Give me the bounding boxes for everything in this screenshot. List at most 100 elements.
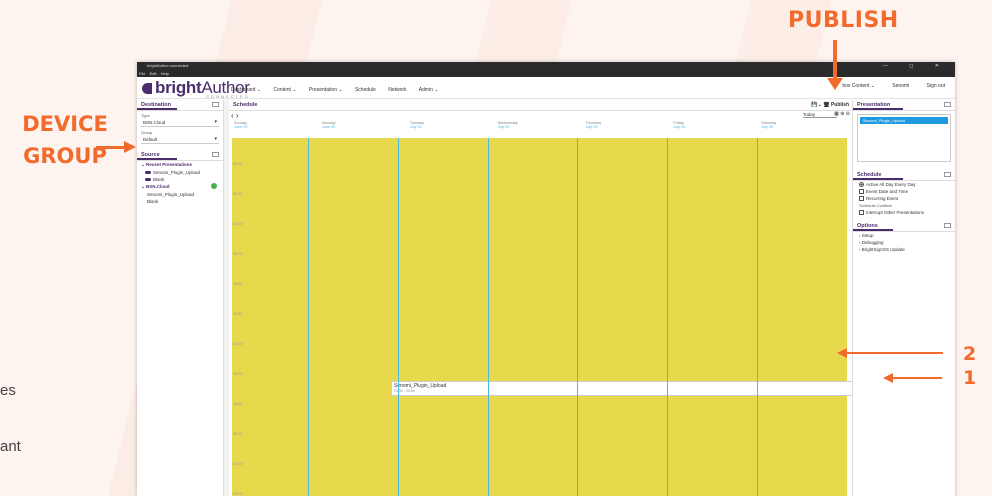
opt-event-date[interactable]: Event Date and Time [853,188,955,195]
opt-all-day[interactable]: Active All Day Every Day [853,181,955,188]
checkbox-icon [859,189,864,194]
day-divider [488,138,489,496]
day-header-row: Sunday June 29 Monday June 30 Tuesday July 01… [232,121,847,133]
source-title: Source [137,150,177,160]
day-divider [757,138,758,496]
minimize-icon[interactable] [212,102,219,107]
check-icon [211,183,217,189]
nav-admin[interactable]: Admin ⌄ [419,87,439,93]
bsn-cloud-header[interactable]: ⌄ BSN.Cloud [137,183,223,191]
day-header[interactable]: Monday June 30 [320,121,408,133]
type-label: Type [141,113,150,118]
hour-label: 24:00 [233,492,243,496]
menu-edit[interactable]: Edit [150,71,157,76]
presentation-list: Senomi_Plugin_Upload [857,114,951,162]
today-select[interactable]: Today [803,112,837,118]
option-setup[interactable]: › Setup [853,232,955,239]
nav-network[interactable]: Network [388,87,406,93]
day-header[interactable]: Saturday July 05 [759,121,847,133]
arrow-1 [892,377,942,379]
right-panel: Presentation Senomi_Plugin_Upload Schedu… [852,100,955,496]
hour-label: 02:00 [233,162,243,166]
left-panel: Destination Type BSN.Cloud Group Default… [137,100,224,496]
recent-item[interactable]: Senomi_Plugin_Upload [137,169,223,176]
recent-item[interactable]: Blank [137,176,223,183]
window-controls[interactable]: — ◻ ✕ [883,62,949,70]
callout-number-2: 2 [963,343,977,365]
left-edge-text: es [0,382,16,399]
day-header[interactable]: Wednesday July 02 [496,121,584,133]
device-group-callout: DEVICE GROUP [22,112,108,168]
publish-arrow [833,40,837,80]
user-name[interactable]: Senomi [892,83,909,89]
minimize-icon[interactable] [944,172,951,177]
checkbox-icon [859,196,864,201]
left-edge-text: ant [0,438,21,455]
schedule-panel-title: Schedule [853,170,903,180]
nav-schedule[interactable]: Schedule [355,87,376,93]
day-divider [308,138,309,496]
minimize-icon[interactable] [212,152,219,157]
presentation-item[interactable]: Senomi_Plugin_Upload [860,117,948,124]
day-header[interactable]: Thursday July 03 [583,121,671,133]
day-date: July 05 [761,125,774,129]
cloud-item[interactable]: Senomi_Plugin_Upload [137,191,223,198]
radio-icon [859,182,864,187]
presentation-title: Presentation [853,100,903,110]
arrow-2-head [837,348,847,358]
recent-presentations-header[interactable]: ⌄ Recent Presentations [137,161,223,169]
schedule-title: Schedule [233,102,258,108]
schedule-grid[interactable]: Senomi_Plugin_Upload 00:00 - 23:59 [232,138,936,496]
hour-label: 20:00 [233,432,243,436]
minimize-icon[interactable] [944,223,951,228]
option-debugging[interactable]: › Debugging [853,239,955,246]
logo-icon [142,83,152,94]
group-select[interactable]: Default [141,136,219,144]
option-os-update[interactable]: › BrightSignOS Update [853,246,955,253]
day-date: June 30 [321,125,336,129]
hour-label: 12:00 [233,312,243,316]
options-title: Options [853,221,893,231]
cloud-item[interactable]: Blank [137,198,223,205]
day-date: June 29 [234,125,248,129]
hour-label: 08:00 [233,252,243,256]
hour-label: 04:00 [233,192,243,196]
hour-label: 14:00 [233,342,243,346]
hour-label: 16:00 [233,372,243,376]
nav-content[interactable]: Content ⌄ [273,87,296,93]
menu-help[interactable]: Help [161,71,169,76]
hour-label: 10:00 [233,282,243,286]
sign-out-link[interactable]: Sign out [927,83,945,89]
account-select[interactable]: bos Content ⌄ [842,83,875,89]
account-area: bos Content ⌄ Senomi Sign out [826,83,945,89]
day-date: July 02 [497,125,510,129]
week-nav-arrows[interactable]: ‹ › [231,111,239,120]
menu-file[interactable]: File [139,71,145,76]
publish-callout: PUBLISH [788,8,899,33]
callout-number-1: 1 [963,367,977,389]
app-window: brightAuthor:connected — ◻ ✕ File Edit H… [137,62,955,496]
device-group-arrow [96,146,126,149]
conflicts-label: Schedule Conflicts [859,203,893,208]
nav-presentation[interactable]: Presentation ⌄ [309,87,343,93]
day-header[interactable]: Sunday June 29 [232,121,320,133]
publish-button[interactable]: 💾⌄ 🖥 Publish [811,102,849,108]
day-header[interactable]: Friday July 04 [671,121,759,133]
day-divider [577,138,578,496]
window-title: brightAuthor:connected [147,63,189,68]
cloud-icon [145,171,151,174]
opt-recurring[interactable]: Recurring Event [853,195,955,202]
hour-label: 22:00 [233,462,243,466]
nav-dashboard[interactable]: Dashboard ⌄ [231,87,261,93]
interrupt-checkbox[interactable]: Interrupt Other Presentations [853,209,955,216]
type-select[interactable]: BSN.Cloud [141,119,219,127]
minimize-icon[interactable] [944,102,951,107]
zoom-icons[interactable]: ▦ ⊕ ⊖ [834,111,850,117]
day-header[interactable]: Tuesday July 01 [408,121,496,133]
arrow-1-head [883,373,893,383]
hour-label: 18:00 [233,402,243,406]
publish-arrow-head [827,78,843,90]
checkbox-icon [859,210,864,215]
day-date: July 04 [673,125,686,129]
destination-title: Destination [137,100,177,110]
